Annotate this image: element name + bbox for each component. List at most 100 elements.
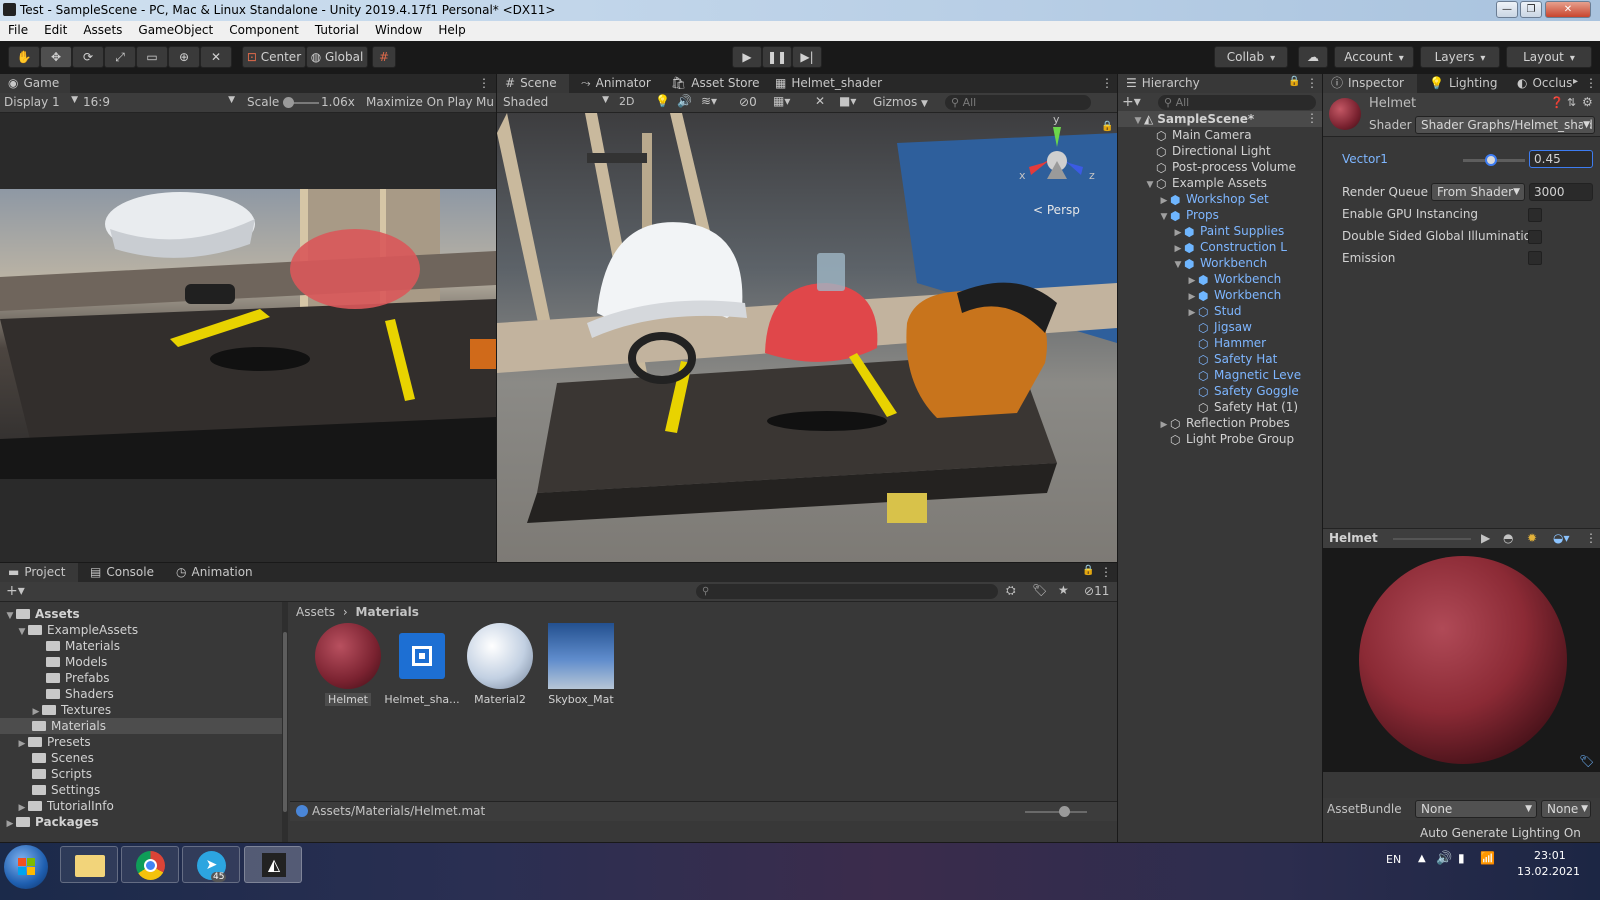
maximize-on-play-toggle[interactable]: Maximize On Play	[366, 95, 473, 109]
menu-assets[interactable]: Assets	[75, 21, 130, 37]
tree-tutorialinfo[interactable]: ▶ TutorialInfo	[16, 798, 114, 814]
hierarchy-item-workbench-child-2[interactable]: ▶ ⬢ Workbench	[1186, 287, 1282, 303]
hierarchy-item-stud[interactable]: ▶ ⬡ Stud	[1186, 303, 1242, 319]
2d-toggle[interactable]: 2D	[619, 95, 634, 108]
hierarchy-item-safety-goggles[interactable]: ⬡ Safety Goggle	[1198, 383, 1299, 399]
tab-scene[interactable]: # Scene	[497, 74, 569, 93]
scene-search-input[interactable]: ⚲ All	[945, 95, 1091, 110]
taskbar-telegram-button[interactable]: ➤ 45	[182, 846, 240, 883]
hierarchy-item-workbench-child-1[interactable]: ▶ ⬢ Workbench	[1186, 271, 1282, 287]
menu-help[interactable]: Help	[430, 21, 473, 37]
hierarchy-item-post-process[interactable]: ⬡ Post-process Volume	[1156, 159, 1296, 175]
tree-shaders[interactable]: Shaders	[46, 686, 114, 702]
emission-checkbox[interactable]	[1528, 251, 1542, 265]
clock-date[interactable]: 13.02.2021	[1517, 865, 1580, 878]
collab-button[interactable]: Collab	[1214, 46, 1288, 68]
preview-menu-icon[interactable]: ⋮	[1585, 531, 1597, 545]
project-create-button[interactable]: +▾	[6, 583, 25, 599]
tab-occlusion[interactable]: ◐ Occlus	[1509, 74, 1580, 93]
tab-animator[interactable]: ⤳ Animator	[573, 74, 659, 93]
collapse-arrow-icon[interactable]: ▶	[4, 816, 16, 832]
project-menu-icon[interactable]: ⋮	[1100, 565, 1112, 579]
expand-arrow-icon[interactable]: ▼	[1144, 177, 1156, 193]
preview-shape-dropdown-icon[interactable]: ◒▾	[1553, 531, 1570, 545]
rotate-tool-button[interactable]: ⟳	[72, 46, 104, 68]
tree-models[interactable]: Models	[46, 654, 107, 670]
hierarchy-item-directional-light[interactable]: ⬡ Directional Light	[1156, 143, 1271, 159]
hierarchy-item-safety-hat[interactable]: ⬡ Safety Hat	[1198, 351, 1277, 367]
tab-helmet-shader[interactable]: ▦ Helmet_shader	[767, 74, 890, 93]
taskbar-explorer-button[interactable]	[60, 846, 118, 883]
persp-label[interactable]: < Persp	[1033, 203, 1080, 217]
cloud-button[interactable]: ☁	[1298, 46, 1328, 68]
preset-icon[interactable]: ⇅	[1567, 96, 1576, 109]
expand-arrow-icon[interactable]: ▼	[4, 608, 16, 624]
tree-scripts[interactable]: Scripts	[32, 766, 92, 782]
minimize-button[interactable]: —	[1496, 1, 1518, 18]
step-button[interactable]: ▶|	[792, 46, 822, 68]
expand-arrow-icon[interactable]: ▼	[1158, 209, 1170, 225]
aspect-dropdown[interactable]: 16:9 ▼	[83, 95, 235, 109]
tree-packages[interactable]: ▶ Packages	[4, 814, 99, 830]
tree-scrollbar[interactable]	[282, 602, 288, 842]
hierarchy-item-main-camera[interactable]: ⬡ Main Camera	[1156, 127, 1252, 143]
tab-asset-store[interactable]: 🛍 Asset Store	[663, 74, 768, 93]
gizmos-dropdown[interactable]: Gizmos ▼	[873, 95, 928, 109]
menu-gameobject[interactable]: GameObject	[130, 21, 221, 37]
menu-component[interactable]: Component	[221, 21, 307, 37]
scene-row-menu-icon[interactable]: ⋮	[1306, 111, 1318, 125]
tree-example-materials[interactable]: Materials	[46, 638, 120, 654]
scene-viewport[interactable]: y x z 🔒 < Persp	[497, 113, 1117, 562]
menu-window[interactable]: Window	[367, 21, 430, 37]
tab-project[interactable]: ▬ Project	[0, 563, 78, 582]
hierarchy-item-hammer[interactable]: ⬡ Hammer	[1198, 335, 1266, 351]
hidden-packages-icon[interactable]: ⊘11	[1084, 584, 1109, 598]
tree-prefabs[interactable]: Prefabs	[46, 670, 110, 686]
hierarchy-search-input[interactable]: ⚲ All	[1158, 95, 1316, 110]
collapse-arrow-icon[interactable]: ▶	[1158, 417, 1170, 433]
lighting-toggle-icon[interactable]: 💡	[655, 94, 670, 108]
vector1-slider[interactable]	[1463, 154, 1525, 166]
global-space-button[interactable]: ◍ Global	[306, 46, 368, 68]
icon-size-slider-thumb[interactable]	[1059, 806, 1070, 817]
snap-grid-button[interactable]: #	[372, 46, 396, 68]
breadcrumb-materials[interactable]: Materials	[356, 605, 419, 619]
layers-dropdown[interactable]: Layers	[1420, 46, 1500, 68]
tag-icon[interactable]: 🏷	[1579, 754, 1594, 768]
rect-tool-button[interactable]: ▭	[136, 46, 168, 68]
network-icon[interactable]: 📶	[1480, 851, 1495, 865]
project-lock-icon[interactable]: 🔒	[1082, 565, 1094, 576]
hierarchy-item-construction[interactable]: ▶ ⬢ Construction L	[1172, 239, 1287, 255]
breadcrumb-assets[interactable]: Assets	[296, 605, 335, 619]
favorite-star-icon[interactable]: ★	[1058, 583, 1069, 597]
assetbundle-variant-dropdown[interactable]: None ▼	[1541, 800, 1591, 818]
tree-settings[interactable]: Settings	[32, 782, 100, 798]
preview-drag-handle[interactable]	[1393, 538, 1471, 540]
transform-tool-button[interactable]: ⊕	[168, 46, 200, 68]
settings-gear-icon[interactable]: ⚙	[1582, 95, 1593, 109]
hierarchy-item-example-assets[interactable]: ▼ ⬡ Example Assets	[1144, 175, 1267, 191]
scene-menu-icon[interactable]: ⋮	[1101, 76, 1113, 90]
shading-mode-dropdown[interactable]: Shaded ▼	[503, 95, 609, 109]
game-menu-icon[interactable]: ⋮	[478, 76, 490, 90]
move-tool-button[interactable]: ✥	[40, 46, 72, 68]
expand-arrow-icon[interactable]: ▼	[16, 624, 28, 640]
render-queue-input[interactable]: 3000	[1529, 183, 1593, 201]
tree-textures[interactable]: ▶ Textures	[30, 702, 112, 718]
project-search-input[interactable]: ⚲	[696, 584, 998, 599]
search-by-type-icon[interactable]: ⛭	[1006, 583, 1016, 598]
preview-play-icon[interactable]: ▶	[1481, 531, 1490, 545]
help-icon[interactable]: ❓	[1550, 96, 1564, 109]
hierarchy-item-paint-supplies[interactable]: ▶ ⬢ Paint Supplies	[1172, 223, 1285, 239]
mute-audio-toggle[interactable]: Mu	[476, 95, 494, 109]
tab-lighting[interactable]: 💡 Lighting	[1421, 74, 1505, 93]
taskbar-unity-button[interactable]: ◭	[244, 846, 302, 883]
expand-arrow-icon[interactable]: ▼	[1132, 113, 1144, 129]
maximize-button[interactable]: ❐	[1520, 1, 1542, 18]
lock-icon[interactable]: 🔒	[1101, 121, 1113, 132]
auto-lighting-status[interactable]: Auto Generate Lighting On	[1420, 826, 1581, 840]
start-button[interactable]	[4, 845, 48, 889]
pause-button[interactable]: ❚❚	[762, 46, 792, 68]
hierarchy-item-light-probe-group[interactable]: ⬡ Light Probe Group	[1170, 431, 1294, 447]
account-dropdown[interactable]: Account	[1334, 46, 1414, 68]
